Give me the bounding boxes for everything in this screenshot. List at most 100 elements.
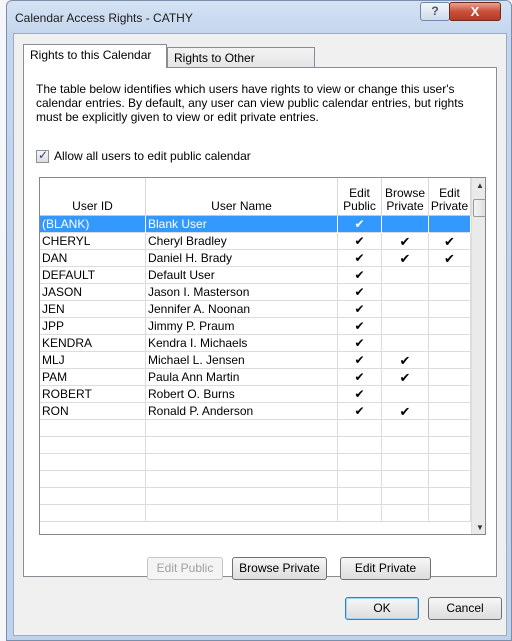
- user-id-cell: JASON: [40, 284, 146, 301]
- grid-rows: (BLANK) Blank User ✔ CHERYL Cheryl Bradley ✔ ✔…: [40, 216, 471, 522]
- header-browse-private[interactable]: Browse Private: [382, 178, 429, 216]
- edit-private-cell: [429, 301, 471, 318]
- user-id-cell: MLJ: [40, 352, 146, 369]
- browse-private-cell: [382, 284, 429, 301]
- allow-all-row[interactable]: Allow all users to edit public calendar: [36, 148, 251, 163]
- edit-private-button[interactable]: Edit Private: [340, 557, 431, 580]
- header-user-id[interactable]: User ID: [40, 178, 146, 216]
- dialog-client-area: Rights to this Calendar Rights to Other …: [13, 33, 507, 636]
- browse-private-cell: [382, 335, 429, 352]
- user-name-cell: Jimmy P. Praum: [146, 318, 338, 335]
- grid-scrollbar[interactable]: ▲ ▼: [471, 178, 485, 534]
- edit-private-cell: ✔: [429, 250, 471, 267]
- empty-cell: [382, 488, 429, 505]
- table-row[interactable]: MLJ Michael L. Jensen ✔ ✔: [40, 352, 471, 369]
- browse-private-cell: [382, 267, 429, 284]
- allow-all-checkbox[interactable]: [36, 148, 49, 163]
- empty-cell: [40, 454, 146, 471]
- user-id-cell: ROBERT: [40, 386, 146, 403]
- edit-private-cell: [429, 284, 471, 301]
- empty-table-row: [40, 505, 471, 522]
- empty-cell: [429, 437, 471, 454]
- browse-private-cell: ✔: [382, 233, 429, 250]
- edit-private-cell: [429, 216, 471, 233]
- browse-private-cell: [382, 386, 429, 403]
- empty-table-row: [40, 488, 471, 505]
- user-name-cell: Blank User: [146, 216, 338, 233]
- user-id-cell: KENDRA: [40, 335, 146, 352]
- empty-cell: [382, 420, 429, 437]
- table-row[interactable]: DEFAULT Default User ✔: [40, 267, 471, 284]
- table-row[interactable]: JASON Jason I. Masterson ✔: [40, 284, 471, 301]
- table-row[interactable]: RON Ronald P. Anderson ✔ ✔: [40, 403, 471, 420]
- tab-panel: The table below identifies which users h…: [23, 67, 497, 580]
- table-row[interactable]: JPP Jimmy P. Praum ✔: [40, 318, 471, 335]
- window-title: Calendar Access Rights - CATHY: [15, 11, 193, 25]
- edit-public-cell: ✔: [338, 335, 382, 352]
- empty-cell: [40, 420, 146, 437]
- table-row[interactable]: DAN Daniel H. Brady ✔ ✔ ✔: [40, 250, 471, 267]
- empty-cell: [338, 488, 382, 505]
- empty-table-row: [40, 471, 471, 488]
- user-name-cell: Default User: [146, 267, 338, 284]
- ok-button[interactable]: OK: [345, 597, 419, 620]
- user-id-cell: JPP: [40, 318, 146, 335]
- browse-private-cell: ✔: [382, 403, 429, 420]
- scroll-up-arrow-icon[interactable]: ▲: [472, 178, 485, 194]
- scroll-thumb[interactable]: [473, 199, 485, 217]
- cancel-button[interactable]: Cancel: [428, 597, 502, 620]
- empty-cell: [146, 437, 338, 454]
- user-name-cell: Paula Ann Martin: [146, 369, 338, 386]
- empty-cell: [40, 471, 146, 488]
- table-row[interactable]: KENDRA Kendra I. Michaels ✔: [40, 335, 471, 352]
- edit-public-cell: ✔: [338, 284, 382, 301]
- empty-table-row: [40, 454, 471, 471]
- user-id-cell: RON: [40, 403, 146, 420]
- edit-public-cell: ✔: [338, 267, 382, 284]
- help-button[interactable]: ?: [420, 2, 450, 21]
- user-id-cell: DAN: [40, 250, 146, 267]
- empty-cell: [146, 420, 338, 437]
- user-name-cell: Kendra I. Michaels: [146, 335, 338, 352]
- empty-cell: [40, 505, 146, 522]
- browse-private-button[interactable]: Browse Private: [232, 557, 327, 580]
- edit-public-button[interactable]: Edit Public: [147, 557, 223, 580]
- empty-cell: [40, 488, 146, 505]
- tab-rights-to-other-calendars[interactable]: Rights to Other Calendars: [167, 47, 315, 79]
- table-row[interactable]: PAM Paula Ann Martin ✔ ✔: [40, 369, 471, 386]
- header-user-name[interactable]: User Name: [146, 178, 338, 216]
- user-id-cell: DEFAULT: [40, 267, 146, 284]
- table-row[interactable]: JEN Jennifer A. Noonan ✔: [40, 301, 471, 318]
- edit-public-cell: ✔: [338, 386, 382, 403]
- empty-table-row: [40, 437, 471, 454]
- table-row[interactable]: (BLANK) Blank User ✔: [40, 216, 471, 233]
- table-row[interactable]: CHERYL Cheryl Bradley ✔ ✔ ✔: [40, 233, 471, 250]
- edit-private-cell: [429, 386, 471, 403]
- empty-cell: [382, 471, 429, 488]
- access-rights-grid: User ID User Name Edit Public Browse Pri…: [39, 177, 486, 535]
- empty-cell: [429, 488, 471, 505]
- close-button[interactable]: X: [449, 2, 501, 21]
- empty-cell: [146, 488, 338, 505]
- browse-private-cell: [382, 216, 429, 233]
- dialog-window: Calendar Access Rights - CATHY ? X Right…: [6, 0, 512, 641]
- empty-cell: [429, 505, 471, 522]
- edit-public-cell: ✔: [338, 403, 382, 420]
- edit-private-cell: [429, 369, 471, 386]
- edit-public-cell: ✔: [338, 216, 382, 233]
- header-edit-public[interactable]: Edit Public: [338, 178, 382, 216]
- edit-public-cell: ✔: [338, 250, 382, 267]
- tab-rights-to-this-calendar[interactable]: Rights to this Calendar: [23, 44, 167, 68]
- user-id-cell: PAM: [40, 369, 146, 386]
- grid-header: User ID User Name Edit Public Browse Pri…: [40, 178, 471, 216]
- empty-cell: [338, 437, 382, 454]
- browse-private-cell: ✔: [382, 352, 429, 369]
- edit-private-cell: [429, 335, 471, 352]
- table-row[interactable]: ROBERT Robert O. Burns ✔: [40, 386, 471, 403]
- edit-public-cell: ✔: [338, 352, 382, 369]
- title-bar[interactable]: Calendar Access Rights - CATHY ? X: [7, 1, 511, 33]
- edit-private-cell: [429, 318, 471, 335]
- edit-public-cell: ✔: [338, 318, 382, 335]
- header-edit-private[interactable]: Edit Private: [429, 178, 471, 216]
- scroll-down-arrow-icon[interactable]: ▼: [472, 520, 485, 534]
